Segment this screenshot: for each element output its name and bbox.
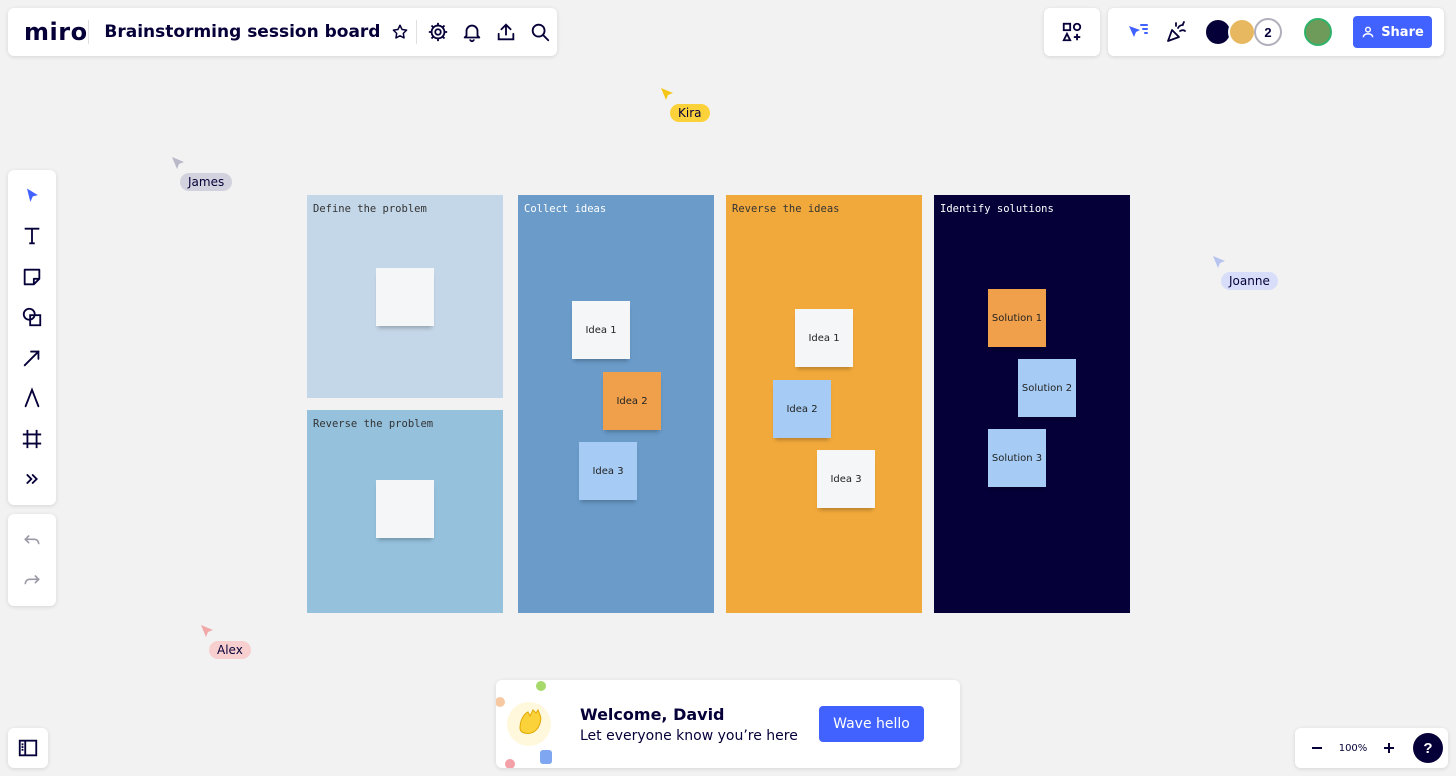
cursor-label-joanne: Joanne [1221, 272, 1278, 290]
connection-line-tool-icon[interactable] [16, 342, 48, 374]
sticky-note[interactable] [376, 268, 434, 326]
welcome-subtitle: Let everyone know you’re here [580, 728, 798, 744]
pen-tool-icon[interactable] [16, 382, 48, 414]
board-list-toggle[interactable] [8, 728, 48, 768]
star-icon[interactable] [388, 12, 412, 52]
cursor-follow-icon[interactable] [1122, 16, 1154, 48]
alex-cursor-icon [201, 625, 213, 637]
sticky-note[interactable]: Idea 1 [572, 301, 630, 359]
undo-icon[interactable] [16, 525, 48, 557]
shapes-tool-icon[interactable] [16, 301, 48, 333]
history-toolbar [8, 514, 56, 606]
frame-reverse-the-ideas[interactable]: Reverse the ideas Idea 1 Idea 2 Idea 3 [726, 195, 922, 613]
sticky-note[interactable]: Idea 2 [773, 380, 831, 438]
miro-logo[interactable]: miro [8, 18, 88, 46]
more-tools-icon[interactable] [16, 463, 48, 495]
board-header: miro Brainstorming session board [8, 8, 557, 56]
frame-reverse-the-problem[interactable]: Reverse the problem [307, 410, 503, 613]
text-tool-icon[interactable] [16, 220, 48, 252]
redo-icon[interactable] [16, 565, 48, 597]
cursor-label-alex: Alex [209, 641, 251, 659]
share-button[interactable]: Share [1353, 16, 1432, 48]
tools-toolbar [8, 170, 56, 505]
frame-title: Identify solutions [940, 203, 1054, 215]
sticky-note[interactable]: Solution 3 [988, 429, 1046, 487]
cursor-label-kira: Kira [670, 104, 710, 122]
collaborator-avatar[interactable] [1228, 18, 1256, 46]
sticky-note[interactable]: Idea 3 [579, 442, 637, 500]
zoom-in-icon[interactable] [1373, 732, 1405, 764]
sticky-note[interactable]: Idea 3 [817, 450, 875, 508]
help-button[interactable]: ? [1413, 733, 1443, 763]
frame-title: Reverse the problem [313, 418, 434, 430]
kira-cursor-icon [661, 88, 673, 100]
board-title[interactable]: Brainstorming session board [88, 22, 388, 42]
frame-title: Define the problem [313, 203, 427, 215]
upload-icon[interactable] [489, 12, 523, 52]
frame-define-the-problem[interactable]: Define the problem [307, 195, 503, 398]
sticky-note[interactable]: Solution 1 [988, 289, 1046, 347]
sticky-note[interactable]: Idea 2 [603, 372, 661, 430]
sticky-note[interactable] [376, 480, 434, 538]
frame-tool-icon[interactable] [16, 423, 48, 455]
sticky-note-tool-icon[interactable] [16, 261, 48, 293]
zoom-controls: 100% ? [1295, 728, 1448, 768]
celebrate-icon[interactable] [1160, 16, 1192, 48]
frame-title: Collect ideas [524, 203, 607, 215]
collaborator-count[interactable]: 2 [1254, 18, 1282, 46]
divider [416, 20, 418, 44]
user-icon [1362, 26, 1374, 38]
welcome-card: Welcome, David Let everyone know you’re … [496, 680, 960, 768]
select-tool-icon[interactable] [16, 180, 48, 212]
user-avatar[interactable] [1304, 18, 1332, 46]
bell-icon[interactable] [455, 12, 489, 52]
zoom-out-icon[interactable] [1301, 732, 1333, 764]
joanne-cursor-icon [1213, 256, 1225, 268]
frame-identify-solutions[interactable]: Identify solutions Solution 1 Solution 2… [934, 195, 1130, 613]
wave-hand-icon [496, 681, 552, 768]
james-cursor-icon [172, 157, 184, 169]
share-label: Share [1381, 24, 1424, 40]
zoom-level[interactable]: 100% [1333, 743, 1373, 754]
welcome-title: Welcome, David [580, 705, 725, 724]
sticky-note[interactable]: Solution 2 [1018, 359, 1076, 417]
frame-collect-ideas[interactable]: Collect ideas Idea 1 Idea 2 Idea 3 [518, 195, 714, 613]
apps-icon[interactable] [1044, 8, 1100, 56]
sidebar-icon [18, 739, 38, 757]
search-icon[interactable] [523, 12, 557, 52]
frame-title: Reverse the ideas [732, 203, 840, 215]
gear-icon[interactable] [421, 12, 455, 52]
collaboration-bar: 2 Share [1108, 8, 1444, 56]
wave-hello-button[interactable]: Wave hello [819, 706, 924, 742]
cursor-label-james: James [180, 173, 233, 191]
sticky-note[interactable]: Idea 1 [795, 309, 853, 367]
